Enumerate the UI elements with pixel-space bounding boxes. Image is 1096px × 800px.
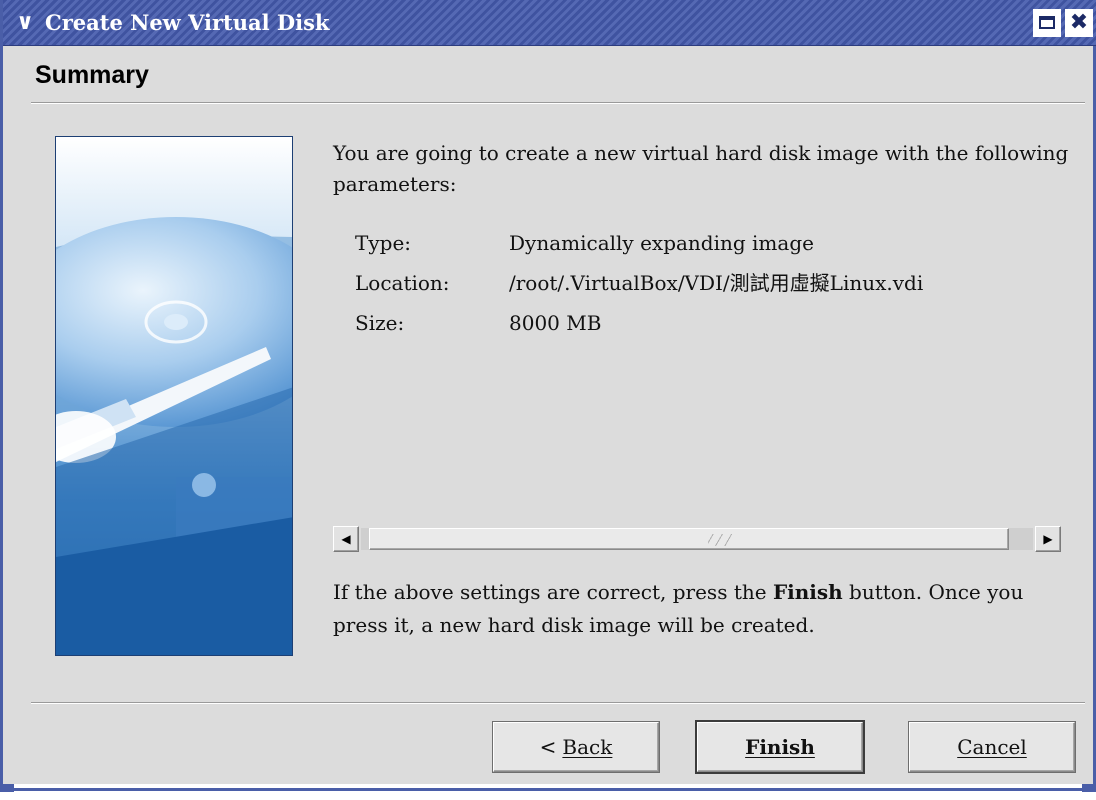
window-title: Create New Virtual Disk xyxy=(45,10,330,35)
frame-edge xyxy=(14,788,1082,791)
param-value: Dynamically expanding image xyxy=(509,231,814,255)
horizontal-scrollbar[interactable]: ◀ ▶ xyxy=(333,526,1061,552)
param-label: Size: xyxy=(355,311,405,335)
summary-intro: You are going to create a new virtual ha… xyxy=(333,141,1069,196)
instructions-text-start: If the above settings are correct, press… xyxy=(333,580,773,604)
finish-button-label: Finish xyxy=(745,735,815,759)
summary-instructions: If the above settings are correct, press… xyxy=(333,576,1073,642)
page-title: Summary xyxy=(35,61,149,89)
scrollbar-thumb[interactable] xyxy=(369,528,1009,550)
wizard-window: ∨ Create New Virtual Disk ✖ Summary You … xyxy=(0,0,1096,800)
chevron-left-icon: < xyxy=(539,735,557,759)
maximize-icon[interactable] xyxy=(1033,9,1061,37)
param-value: 8000 MB xyxy=(509,311,602,335)
param-value: /root/.VirtualBox/VDI/測試用虛擬Linux.vdi xyxy=(509,271,924,295)
close-icon[interactable]: ✖ xyxy=(1065,9,1093,37)
chevron-down-icon[interactable]: ∨ xyxy=(9,10,41,36)
title-bar: ∨ Create New Virtual Disk ✖ xyxy=(3,0,1096,46)
grip-icon xyxy=(708,534,732,546)
arrow-right-icon[interactable]: ▶ xyxy=(1035,526,1061,552)
cancel-button-label: Cancel xyxy=(957,735,1027,759)
arrow-left-icon[interactable]: ◀ xyxy=(333,526,359,552)
divider xyxy=(31,102,1085,104)
back-button-label: Back xyxy=(562,735,613,759)
param-label: Location: xyxy=(355,271,450,295)
param-label: Type: xyxy=(355,231,412,255)
cancel-button[interactable]: Cancel xyxy=(909,722,1075,772)
frame-corner-right xyxy=(1082,784,1096,792)
frame-corner-left xyxy=(0,784,14,792)
hard-disk-illustration xyxy=(55,136,293,656)
scrollbar-track[interactable] xyxy=(361,528,1033,550)
back-button[interactable]: < Back xyxy=(493,722,659,772)
finish-button[interactable]: Finish xyxy=(697,722,863,772)
divider xyxy=(31,702,1085,704)
instructions-finish-word: Finish xyxy=(772,580,843,604)
window-bottom-frame xyxy=(0,784,1096,800)
